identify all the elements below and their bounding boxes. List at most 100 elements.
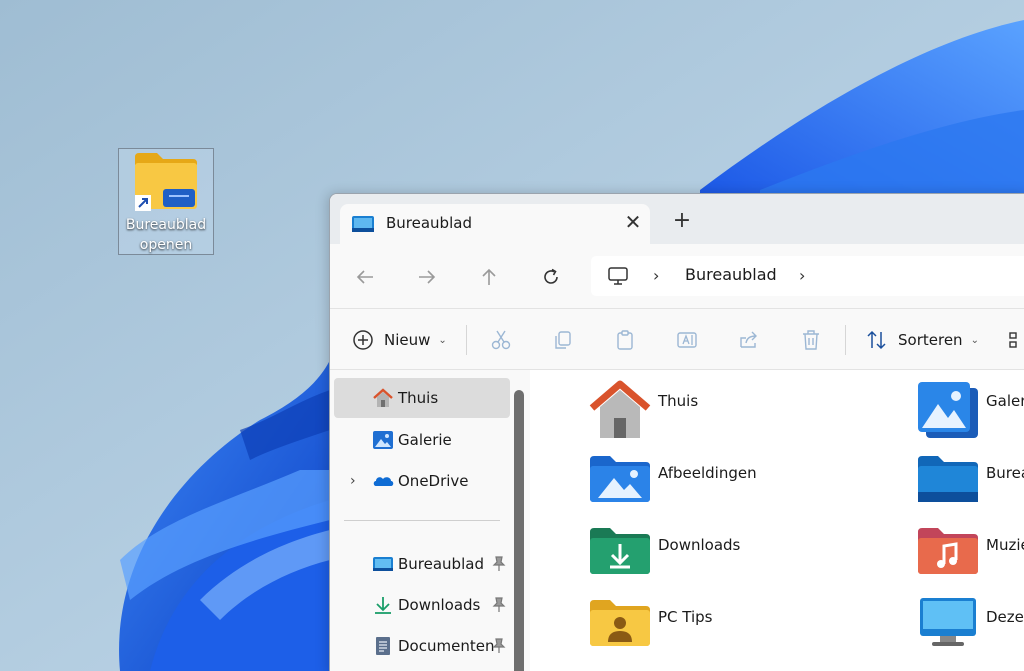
sort-button-label: Sorteren (898, 331, 963, 349)
command-bar: Nieuw ⌄ Sorteren ⌄ (330, 308, 1024, 370)
sidebar-item-documenten[interactable]: Documenten (334, 626, 510, 666)
list-item-label: Burea (986, 464, 1024, 482)
paste-button[interactable] (613, 328, 637, 352)
new-button[interactable]: Nieuw ⌄ (352, 327, 447, 353)
gallery-large-icon (918, 382, 978, 438)
desktop-icon (352, 216, 374, 232)
gallery-icon (373, 431, 393, 449)
arrow-left-icon (356, 270, 373, 284)
sidebar-item-downloads[interactable]: Downloads (334, 585, 510, 625)
toolbar-divider (466, 325, 467, 355)
close-tab-button[interactable]: ✕ (622, 210, 644, 234)
desktop-shortcut-label: Bureaublad openen (119, 215, 213, 255)
shortcut-label-line2: openen (139, 237, 193, 253)
list-item-label: Downloads (658, 536, 741, 554)
list-item-muziek[interactable]: Muzie (916, 524, 1024, 588)
sidebar-item-galerie[interactable]: Galerie (334, 420, 510, 460)
navigation-bar: › Bureaublad › (330, 244, 1024, 308)
list-item-galeri[interactable]: Galeri (916, 380, 1024, 444)
list-item-label: Galeri (986, 392, 1024, 410)
sidebar-divider (344, 520, 500, 521)
sidebar-scrollbar[interactable] (514, 390, 524, 671)
downloads-folder-icon (590, 528, 650, 574)
desktop-shortcut-bureaublad[interactable]: Bureaublad openen (118, 148, 214, 255)
plus-circle-icon (353, 330, 373, 350)
arrow-right-icon (419, 270, 436, 284)
monitor-icon (608, 267, 628, 285)
pictures-folder-icon (590, 456, 650, 502)
tab-bureaublad[interactable]: Bureaublad ✕ (340, 204, 650, 244)
desktop: Bureaublad openen Bureaublad ✕ + › Burea… (0, 0, 1024, 671)
sidebar-item-label: Bureaublad (398, 555, 484, 573)
back-button[interactable] (352, 264, 378, 290)
list-item-afbeeldingen[interactable]: Afbeeldingen (588, 452, 888, 516)
breadcrumb-bureaublad[interactable]: Bureaublad (685, 265, 777, 284)
sidebar-item-label: Thuis (398, 389, 439, 407)
list-item-label: Afbeeldingen (658, 464, 757, 482)
pin-icon[interactable] (492, 556, 506, 572)
tab-title: Bureaublad (386, 214, 472, 232)
pin-icon[interactable] (492, 597, 506, 613)
share-button[interactable] (737, 328, 761, 352)
list-item-label: PC Tips (658, 608, 713, 626)
breadcrumb-separator[interactable]: › (653, 266, 659, 285)
sidebar-item-thuis[interactable]: Thuis (334, 378, 510, 418)
home-icon (373, 388, 393, 407)
list-item-bureaublad[interactable]: Burea (916, 452, 1024, 516)
sidebar-item-label: OneDrive (398, 472, 469, 490)
home-large-icon (589, 380, 651, 438)
onedrive-icon (373, 477, 394, 486)
toolbar-divider (845, 325, 846, 355)
folder-shortcut-icon (135, 153, 197, 211)
arrow-up-icon (482, 268, 496, 285)
refresh-button[interactable] (538, 264, 564, 290)
rename-button[interactable] (675, 328, 699, 352)
list-item-label: Deze (986, 608, 1024, 626)
file-list: Thuis Afbeeldingen Downloads PC Tips Gal… (530, 370, 1024, 671)
refresh-icon (544, 268, 558, 284)
share-icon (740, 331, 757, 348)
trash-icon (803, 330, 819, 350)
chevron-down-icon: ⌄ (438, 334, 447, 346)
navigation-pane: Thuis Galerie › OneDrive Bureaublad Down… (330, 370, 530, 671)
expand-chevron-icon[interactable]: › (350, 473, 356, 489)
list-item-downloads[interactable]: Downloads (588, 524, 888, 588)
file-explorer-window: Bureaublad ✕ + › Bureaublad › Nieuw ⌄ So… (329, 193, 1024, 671)
list-item-label: Thuis (658, 392, 699, 410)
list-item-label: Muzie (986, 536, 1024, 554)
desktop-icon (373, 557, 393, 571)
copy-icon (555, 331, 571, 349)
chevron-down-icon: ⌄ (970, 334, 979, 346)
view-button[interactable] (1006, 328, 1024, 352)
up-button[interactable] (476, 264, 502, 290)
list-item-thuis[interactable]: Thuis (588, 380, 888, 444)
music-folder-icon (918, 528, 978, 574)
forward-button[interactable] (414, 264, 440, 290)
list-item-deze-pc[interactable]: Deze (916, 596, 1024, 660)
sort-arrows-icon (867, 330, 886, 350)
rename-icon (677, 332, 697, 348)
title-bar: Bureaublad ✕ + (330, 194, 1024, 244)
copy-button[interactable] (551, 328, 575, 352)
desktop-folder-icon (918, 456, 978, 502)
new-button-label: Nieuw (384, 331, 431, 349)
document-icon (376, 637, 390, 655)
clipboard-icon (617, 330, 633, 350)
list-item-pc-tips[interactable]: PC Tips (588, 596, 888, 660)
breadcrumb-separator-end[interactable]: › (799, 266, 805, 285)
new-tab-button[interactable]: + (670, 208, 694, 234)
sidebar-item-label: Documenten (398, 637, 495, 655)
cut-button[interactable] (489, 328, 513, 352)
delete-button[interactable] (799, 328, 823, 352)
this-pc-icon (920, 598, 976, 646)
shortcut-label-line1: Bureaublad (125, 217, 207, 233)
pin-icon[interactable] (492, 638, 506, 654)
sidebar-item-onedrive[interactable]: › OneDrive (334, 461, 510, 501)
address-bar[interactable]: › Bureaublad › (591, 256, 1024, 296)
sidebar-item-bureaublad[interactable]: Bureaublad (334, 544, 510, 584)
sidebar-item-label: Galerie (398, 431, 452, 449)
sort-button[interactable]: Sorteren ⌄ (866, 327, 979, 353)
scissors-icon (491, 330, 511, 350)
download-icon (375, 597, 391, 614)
sidebar-item-label: Downloads (398, 596, 481, 614)
